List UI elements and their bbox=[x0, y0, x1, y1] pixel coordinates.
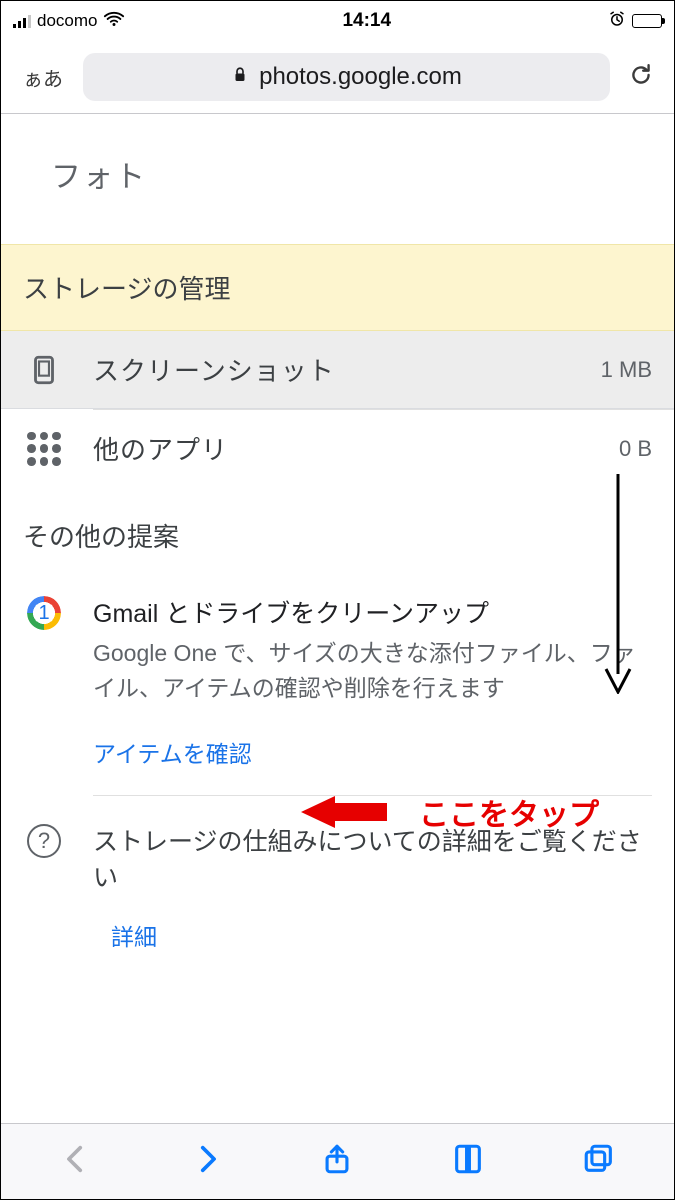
status-time: 14:14 bbox=[342, 10, 391, 32]
apps-grid-icon bbox=[23, 432, 65, 466]
page-content: フォト ストレージの管理 スクリーンショット 1 MB 他のアプリ bbox=[1, 114, 674, 1123]
other-suggestions-title: その他の提案 bbox=[23, 517, 652, 554]
screenshot-icon bbox=[23, 353, 65, 387]
safari-bottom-toolbar bbox=[1, 1123, 674, 1199]
screenshots-row[interactable]: スクリーンショット 1 MB bbox=[1, 331, 674, 409]
other-apps-size: 0 B bbox=[619, 436, 652, 462]
ios-status-bar: docomo 14:14 bbox=[1, 1, 674, 41]
screenshots-label: スクリーンショット bbox=[93, 351, 573, 388]
share-button[interactable] bbox=[320, 1142, 354, 1181]
cleanup-description: Google One で、サイズの大きな添付ファイル、ファイル、アイテムの確認や… bbox=[93, 636, 652, 705]
help-icon: ? bbox=[27, 824, 61, 858]
lock-icon bbox=[231, 63, 249, 91]
forward-button[interactable] bbox=[190, 1142, 224, 1181]
annotation-left-arrow-icon bbox=[301, 796, 335, 828]
storage-management-banner[interactable]: ストレージの管理 bbox=[1, 244, 674, 331]
other-apps-label: 他のアプリ bbox=[93, 430, 591, 467]
cleanup-suggestion: 1 Gmail とドライブをクリーンアップ Google One で、サイズの大… bbox=[23, 584, 652, 795]
other-suggestions-section: その他の提案 1 Gmail とドライブをクリーンアップ Google One … bbox=[1, 487, 674, 988]
alarm-icon bbox=[608, 10, 626, 33]
review-items-link[interactable]: アイテムを確認 bbox=[93, 735, 652, 769]
battery-icon bbox=[632, 14, 662, 28]
photos-title: フォト bbox=[51, 152, 548, 196]
back-button[interactable] bbox=[59, 1142, 93, 1181]
wifi-icon bbox=[103, 8, 125, 35]
bookmarks-button[interactable] bbox=[451, 1142, 485, 1181]
google-one-icon: 1 bbox=[27, 596, 61, 630]
safari-address-bar: ぁあ photos.google.com bbox=[1, 41, 674, 113]
text-size-button[interactable]: ぁあ bbox=[13, 57, 73, 98]
carrier-label: docomo bbox=[37, 11, 97, 31]
screenshots-size: 1 MB bbox=[601, 357, 652, 383]
storage-management-label: ストレージの管理 bbox=[23, 274, 230, 304]
photos-app-header: フォト bbox=[1, 134, 674, 214]
annotation-tap-here-text: ここをタップ bbox=[419, 790, 599, 834]
address-pill[interactable]: photos.google.com bbox=[83, 53, 610, 101]
tabs-button[interactable] bbox=[582, 1142, 616, 1181]
cellular-signal-icon bbox=[13, 14, 31, 28]
details-link[interactable]: 詳細 bbox=[111, 918, 652, 952]
url-text: photos.google.com bbox=[259, 63, 462, 91]
annotation-down-arrow-icon bbox=[598, 474, 638, 699]
cleanup-title: Gmail とドライブをクリーンアップ bbox=[93, 594, 652, 630]
other-apps-row[interactable]: 他のアプリ 0 B bbox=[1, 410, 674, 487]
reload-button[interactable] bbox=[620, 56, 662, 99]
annotation-tap-here: ここをタップ bbox=[301, 790, 599, 834]
